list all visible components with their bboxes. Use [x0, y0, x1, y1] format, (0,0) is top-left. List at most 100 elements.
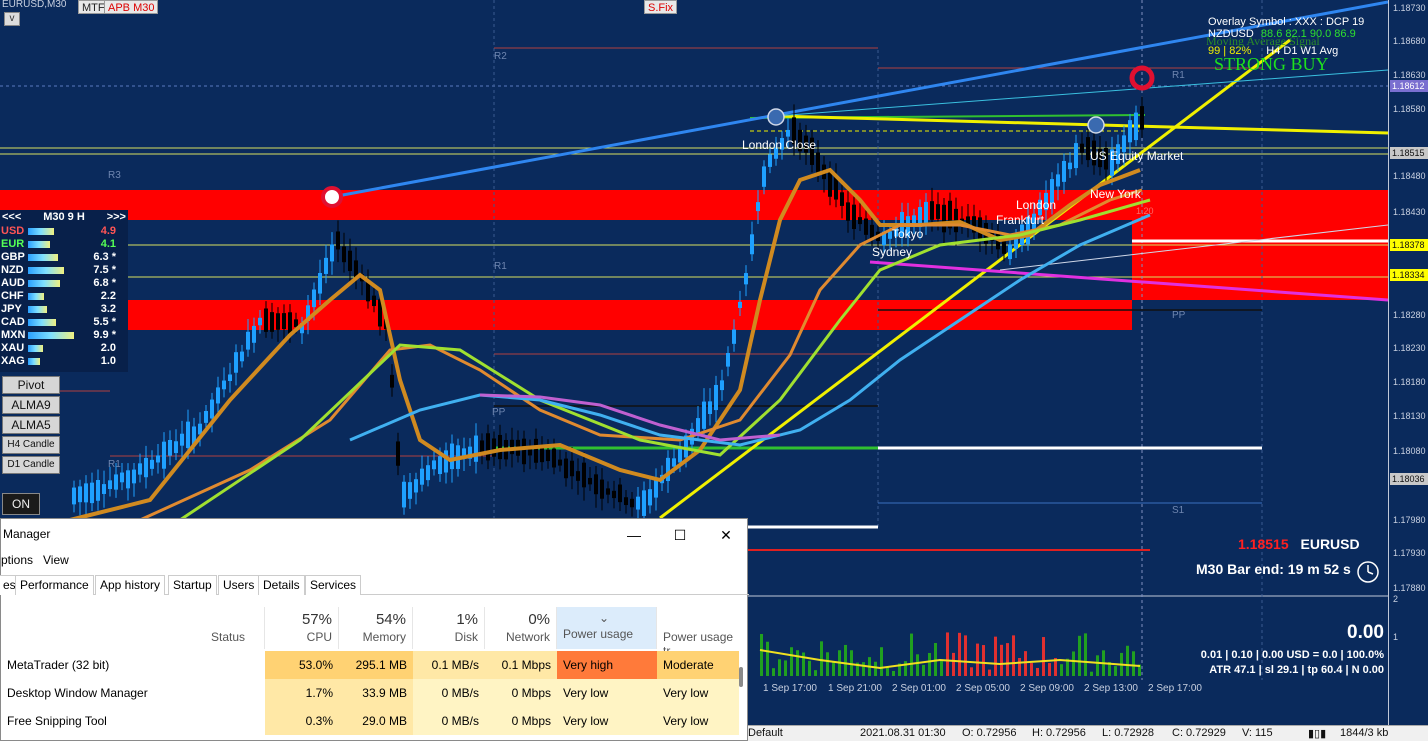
candle-body	[486, 433, 490, 461]
vertical-scrollbar[interactable]	[739, 667, 743, 687]
price-scale[interactable]: 1.18730 1.18680 1.18630 1.18580 1.18480 1.184…	[1388, 0, 1428, 725]
candle-body	[474, 435, 478, 462]
candle-body	[1056, 174, 1060, 187]
candle-body	[216, 387, 220, 404]
strength-value: 6.3 *	[93, 251, 116, 263]
process-disk: 0 MB/s	[413, 679, 485, 707]
volume-bar	[844, 644, 847, 676]
overlay-panel: Overlay Symbol : XXX : DCP 19 NZDUSD 88.…	[1206, 16, 1365, 57]
chart-v-button[interactable]: v	[4, 12, 20, 26]
candle-body	[438, 456, 442, 475]
sfix-button[interactable]: S.Fix	[644, 0, 678, 14]
strength-row-5: CHF 2.2	[0, 290, 128, 303]
column-network[interactable]: 0% Network	[485, 607, 557, 649]
strength-value: 4.9	[100, 225, 116, 237]
on-button[interactable]: ON	[2, 493, 40, 515]
d1-candle-button[interactable]: D1 Candle	[2, 456, 60, 474]
candle-body	[240, 351, 244, 362]
column-power-usage[interactable]: ⌄ Power usage	[557, 607, 657, 649]
minimize-button[interactable]: —	[611, 521, 657, 549]
bar-end-timer: M30 Bar end: 19 m 52 s	[1196, 561, 1351, 577]
candle-body	[348, 250, 352, 272]
candle-body	[750, 234, 754, 255]
close-button[interactable]: ✕	[703, 521, 749, 549]
tab-details[interactable]: Details	[258, 575, 305, 595]
process-row[interactable]: Desktop Window Manager 1.7% 33.9 MB 0 MB/s 0…	[1, 679, 741, 707]
process-power: Very high	[557, 651, 657, 679]
strength-value: 1.0	[100, 355, 116, 367]
task-manager-window[interactable]: Manager — ☐ ✕ ptions View es Performance…	[0, 518, 749, 741]
candle-body	[936, 204, 940, 219]
candle-body	[96, 479, 100, 501]
column-network-label: Network	[505, 630, 550, 644]
maximize-button[interactable]: ☐	[657, 521, 703, 549]
candle-body	[564, 458, 568, 479]
candle-body	[1128, 120, 1132, 143]
column-power-trend[interactable]: Power usage tr...	[657, 607, 749, 658]
process-mem: 33.9 MB	[339, 679, 413, 707]
process-cpu: 0.3%	[265, 707, 339, 735]
candle-body	[846, 202, 850, 221]
session-tokyo: Tokyo	[892, 227, 924, 241]
strength-currency: AUD	[1, 277, 25, 289]
volume-bar	[922, 664, 925, 676]
candle-body	[444, 450, 448, 473]
price-tick: 1.17880	[1393, 583, 1426, 593]
tab-app-history[interactable]: App history	[95, 575, 166, 595]
tab-performance[interactable]: Performance	[15, 575, 94, 595]
volume-bar	[784, 660, 787, 676]
column-status[interactable]: Status	[201, 607, 265, 649]
column-disk[interactable]: 1% Disk	[413, 607, 485, 649]
candle-body	[222, 380, 226, 390]
tab-users[interactable]: Users	[218, 575, 260, 595]
volume-bar	[1072, 651, 1075, 676]
price-tick: 1.18630	[1393, 70, 1426, 80]
price-tick: 1.18730	[1393, 3, 1426, 13]
candle-body	[318, 273, 322, 294]
strength-row-10: XAG 1.0	[0, 355, 128, 368]
strength-currency: MXN	[1, 329, 26, 341]
candle-body	[402, 481, 406, 508]
strength-currency: CHF	[1, 290, 24, 302]
candle-body	[678, 447, 682, 463]
alma9-button[interactable]: ALMA9	[2, 396, 60, 414]
process-row[interactable]: MetaTrader (32 bit) 53.0% 295.1 MB 0.1 MB/s…	[1, 651, 741, 679]
pivot-button[interactable]: Pivot	[2, 376, 60, 394]
tab-strip: es Performance App history Startup Users…	[0, 575, 749, 595]
candle-body	[288, 312, 292, 335]
volume-bar	[892, 670, 895, 676]
price-tick: 1.17980	[1393, 515, 1426, 525]
candle-body	[210, 399, 214, 419]
candle-body	[492, 438, 496, 457]
support-zone	[0, 300, 1132, 330]
column-cpu[interactable]: 57% CPU	[265, 607, 339, 649]
apb-m30-button[interactable]: APB M30	[104, 0, 159, 14]
candle-body	[582, 462, 586, 488]
process-row[interactable]: Free Snipping Tool 0.3% 29.0 MB 0 MB/s 0 Mbp…	[1, 707, 741, 735]
session-frankfurt: Frankfurt	[996, 213, 1045, 227]
candle-body	[522, 438, 526, 465]
candle-body	[258, 317, 262, 326]
volume-bar	[988, 669, 991, 676]
candle-body	[576, 471, 580, 481]
level-label-pp: PP	[492, 407, 506, 418]
strength-currency: EUR	[1, 238, 25, 250]
candle-body	[180, 433, 184, 446]
menu-options[interactable]: ptions	[1, 553, 33, 567]
tab-services[interactable]: Services	[305, 575, 362, 595]
status-profile[interactable]: Default	[748, 727, 783, 739]
column-memory[interactable]: 54% Memory	[339, 607, 413, 649]
candle-body	[150, 459, 154, 469]
overlay-line1: Overlay Symbol : XXX : DCP 19	[1208, 16, 1365, 28]
strength-currency: GBP	[1, 251, 25, 263]
time-label: 2 Sep 05:00	[956, 683, 1010, 694]
strength-next-button[interactable]: >>>	[107, 210, 126, 225]
column-power-usage-label: Power usage	[563, 627, 634, 641]
h4-candle-button[interactable]: H4 Candle	[2, 436, 60, 454]
process-name: Desktop Window Manager	[7, 686, 148, 700]
time-scale[interactable]: 1 Sep 17:00 1 Sep 21:00 2 Sep 01:00 2 Se…	[760, 680, 1388, 696]
alma5-button[interactable]: ALMA5	[2, 416, 60, 434]
tab-startup[interactable]: Startup	[168, 575, 217, 595]
menu-view[interactable]: View	[43, 553, 69, 567]
strength-prev-button[interactable]: <<<	[2, 210, 21, 225]
